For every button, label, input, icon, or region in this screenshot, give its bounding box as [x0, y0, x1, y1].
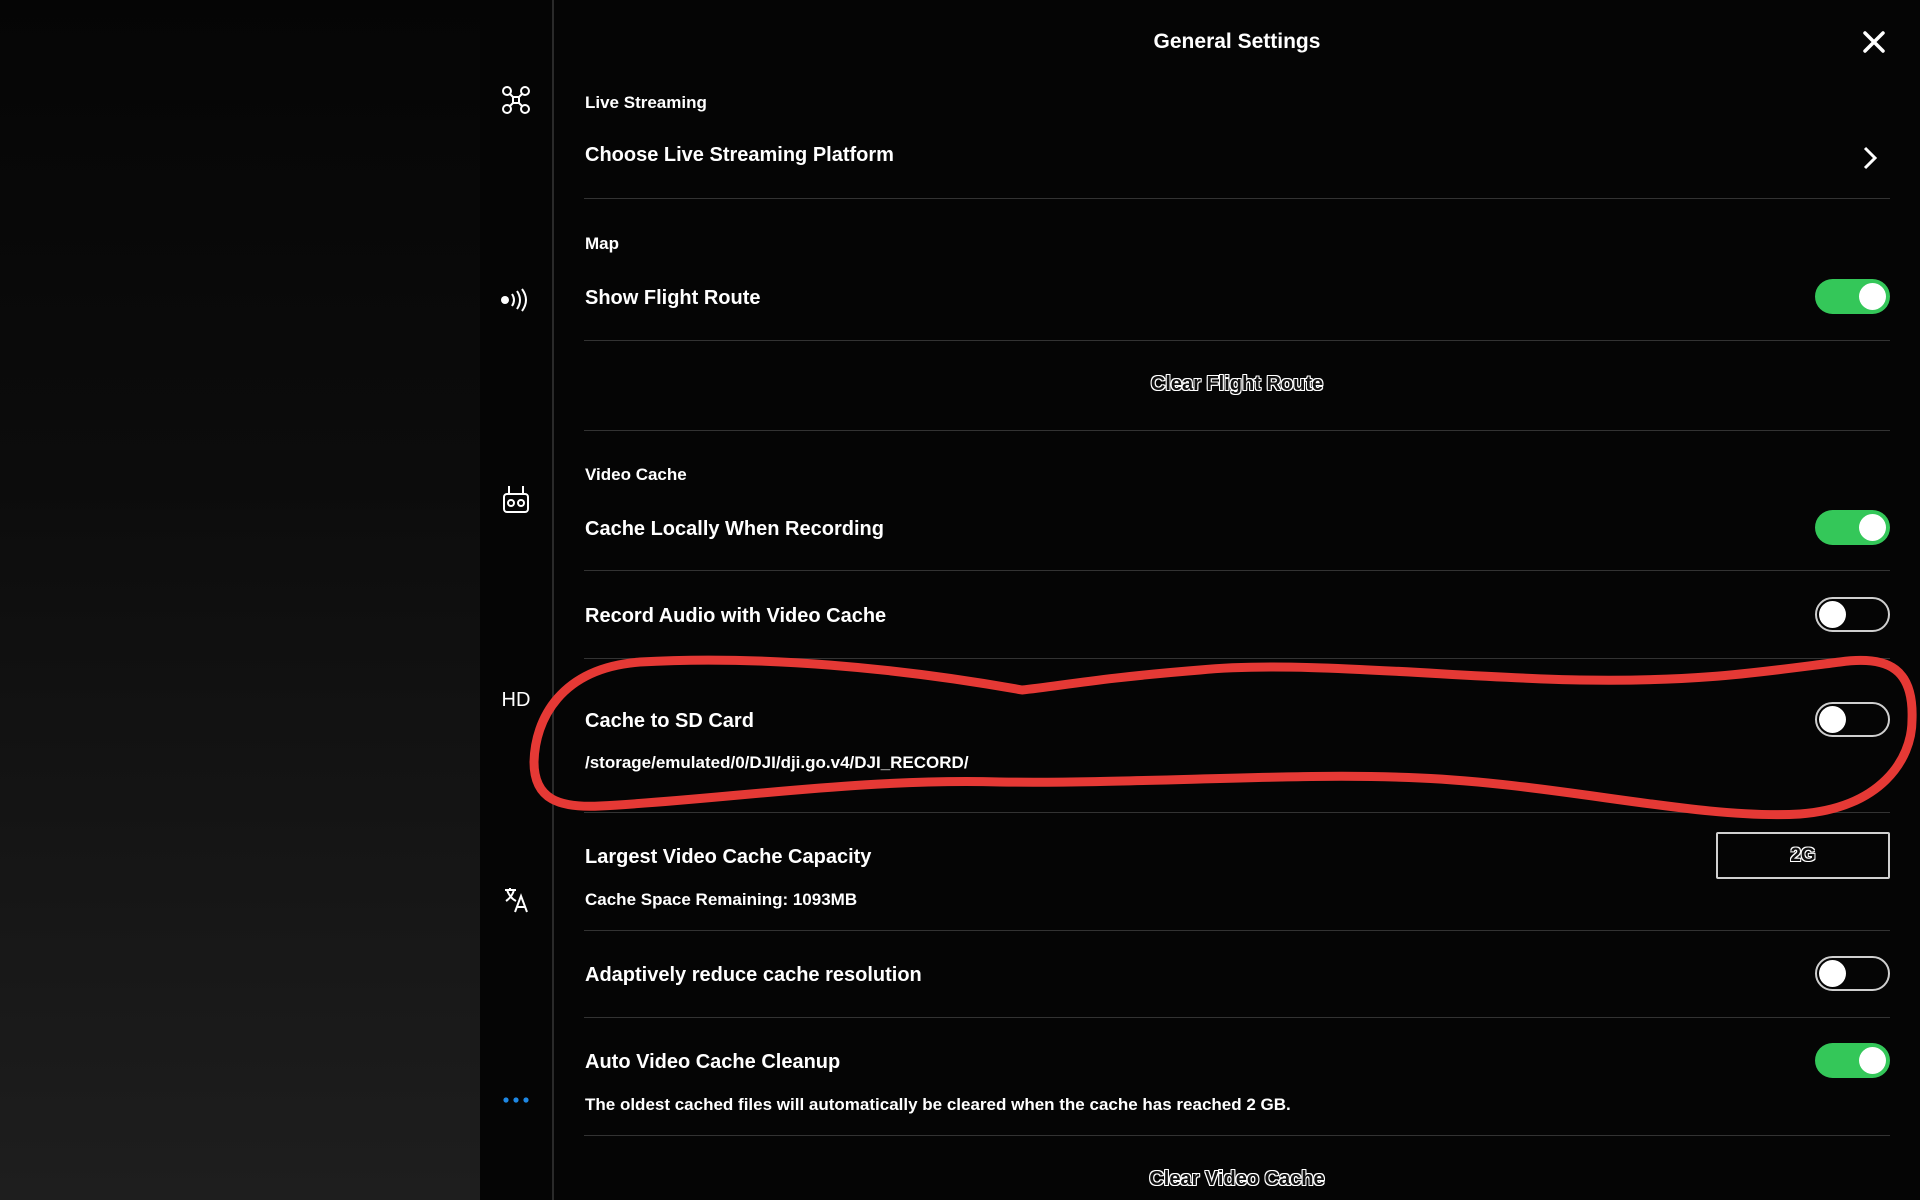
divider: [584, 570, 1890, 571]
auto-cleanup-label: Auto Video Cache Cleanup: [585, 1051, 841, 1073]
record-audio-toggle[interactable]: [1815, 597, 1890, 632]
drone-icon: [502, 86, 530, 114]
choose-live-streaming-row[interactable]: Choose Live Streaming Platform: [584, 126, 1890, 186]
more-settings-tab[interactable]: [480, 1070, 552, 1130]
toggle-knob: [1859, 283, 1886, 310]
section-map: Map: [585, 234, 619, 253]
divider: [584, 340, 1890, 341]
section-video-cache: Video Cache: [585, 465, 687, 484]
cache-sd-card-label: Cache to SD Card: [585, 710, 754, 732]
adaptive-reduce-toggle[interactable]: [1815, 956, 1890, 991]
adaptive-reduce-label: Adaptively reduce cache resolution: [585, 964, 922, 986]
divider: [584, 930, 1890, 931]
divider: [584, 1135, 1890, 1136]
clear-flight-route-button[interactable]: Clear Flight Route: [554, 373, 1920, 396]
show-flight-route-label: Show Flight Route: [585, 287, 761, 309]
capacity-select[interactable]: 2G: [1716, 832, 1890, 879]
toggle-knob: [1859, 514, 1886, 541]
cache-path-text: /storage/emulated/0/DJI/dji.go.v4/DJI_RE…: [585, 753, 969, 772]
settings-category-rail: HD: [480, 0, 554, 1200]
toggle-knob: [1819, 960, 1846, 987]
largest-capacity-label: Largest Video Cache Capacity: [585, 846, 872, 868]
divider: [584, 1017, 1890, 1018]
section-live-streaming: Live Streaming: [585, 93, 707, 112]
more-dots-icon: [503, 1097, 529, 1103]
cache-locally-label: Cache Locally When Recording: [585, 518, 884, 540]
translate-icon: [505, 888, 528, 913]
divider: [584, 658, 1890, 659]
remote-controller-icon: [503, 486, 529, 513]
aircraft-settings-tab[interactable]: [480, 70, 552, 130]
close-icon[interactable]: [1860, 28, 1888, 56]
general-settings-panel: General Settings Live Streaming Choose L…: [554, 0, 1920, 1200]
hd-video-settings-tab[interactable]: HD: [480, 670, 552, 730]
cache-locally-toggle[interactable]: [1815, 510, 1890, 545]
signal-broadcast-icon: [501, 288, 527, 312]
hd-label: HD: [501, 688, 531, 711]
choose-live-streaming-label: Choose Live Streaming Platform: [585, 144, 894, 166]
page-title: General Settings: [1153, 30, 1321, 53]
chevron-right-icon[interactable]: [1860, 145, 1880, 171]
cache-sd-card-toggle[interactable]: [1815, 702, 1890, 737]
auto-cleanup-description: The oldest cached files will automatical…: [585, 1095, 1291, 1114]
auto-cleanup-toggle[interactable]: [1815, 1043, 1890, 1078]
divider: [584, 430, 1890, 431]
divider: [584, 198, 1890, 199]
toggle-knob: [1819, 601, 1846, 628]
toggle-knob: [1859, 1047, 1886, 1074]
language-settings-tab[interactable]: [480, 870, 552, 930]
camera-view-background: [0, 0, 480, 1200]
toggle-knob: [1819, 706, 1846, 733]
space-remaining-text: Cache Space Remaining: 1093MB: [585, 890, 858, 909]
remote-controller-settings-tab[interactable]: [480, 470, 552, 530]
show-flight-route-toggle[interactable]: [1815, 279, 1890, 314]
record-audio-label: Record Audio with Video Cache: [585, 605, 887, 627]
clear-video-cache-button[interactable]: Clear Video Cache: [554, 1168, 1920, 1191]
transmission-settings-tab[interactable]: [480, 270, 552, 330]
divider: [584, 812, 1890, 813]
